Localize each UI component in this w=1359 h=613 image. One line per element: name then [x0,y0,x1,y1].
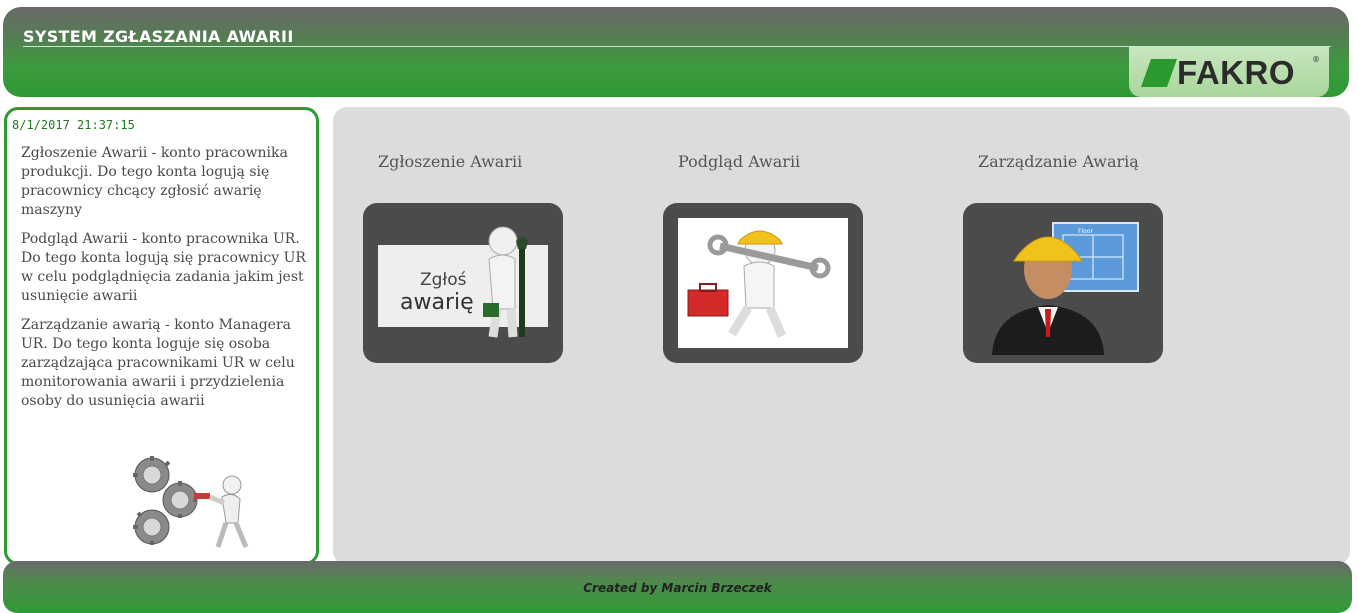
tile-title-zgloszenie: Zgłoszenie Awarii [378,152,523,171]
repairman-toolbox-icon [678,218,848,348]
datetime-display: 8/1/2017 21:37:15 [12,118,135,132]
logo-text: FAKRO [1177,54,1295,91]
footer-bar: Created by Marcin Brzeczek [3,561,1352,613]
description-zarzadzanie: Zarządzanie awarią - konto Managera UR. … [21,317,295,409]
logo-registered-mark: ® [1312,55,1320,64]
manager-blueprint-icon: Floor [992,222,1139,355]
description-zgloszenie: Zgłoszenie Awarii - konto pracownika pro… [21,145,288,218]
image-text-awarie: awarię [400,290,474,315]
wrench-figure-icon [483,226,528,338]
fakro-logo: FAKRO ® [1129,47,1329,97]
app-title: SYSTEM ZGŁASZANIA AWARII [23,27,294,46]
image-text-zglos: Zgłoś [420,270,467,290]
zarzadzanie-awaria-button[interactable]: Floor [963,203,1163,363]
tile-title-zarzadzanie: Zarządzanie Awarią [978,152,1139,171]
info-sidebar: 8/1/2017 21:37:15 Zgłoszenie Awarii - ko… [4,107,319,565]
header-bar: SYSTEM ZGŁASZANIA AWARII FAKRO ® [3,7,1349,97]
podglad-awarii-button[interactable] [663,203,863,363]
zgloszenie-awarii-button[interactable]: Zgłoś awarię [363,203,563,363]
footer-credit: Created by Marcin Brzeczek [583,581,772,595]
image-text-floor: Floor [1078,228,1093,235]
description-podglad: Podgląd Awarii - konto pracownika UR. Do… [21,231,306,304]
logo-mark-icon [1141,59,1177,87]
gears-figure-icon [133,456,249,548]
tile-title-podglad: Podgląd Awarii [678,152,801,171]
main-panel: Zgłoszenie Awarii Zgłoś awarię Podgląd A… [333,107,1350,565]
